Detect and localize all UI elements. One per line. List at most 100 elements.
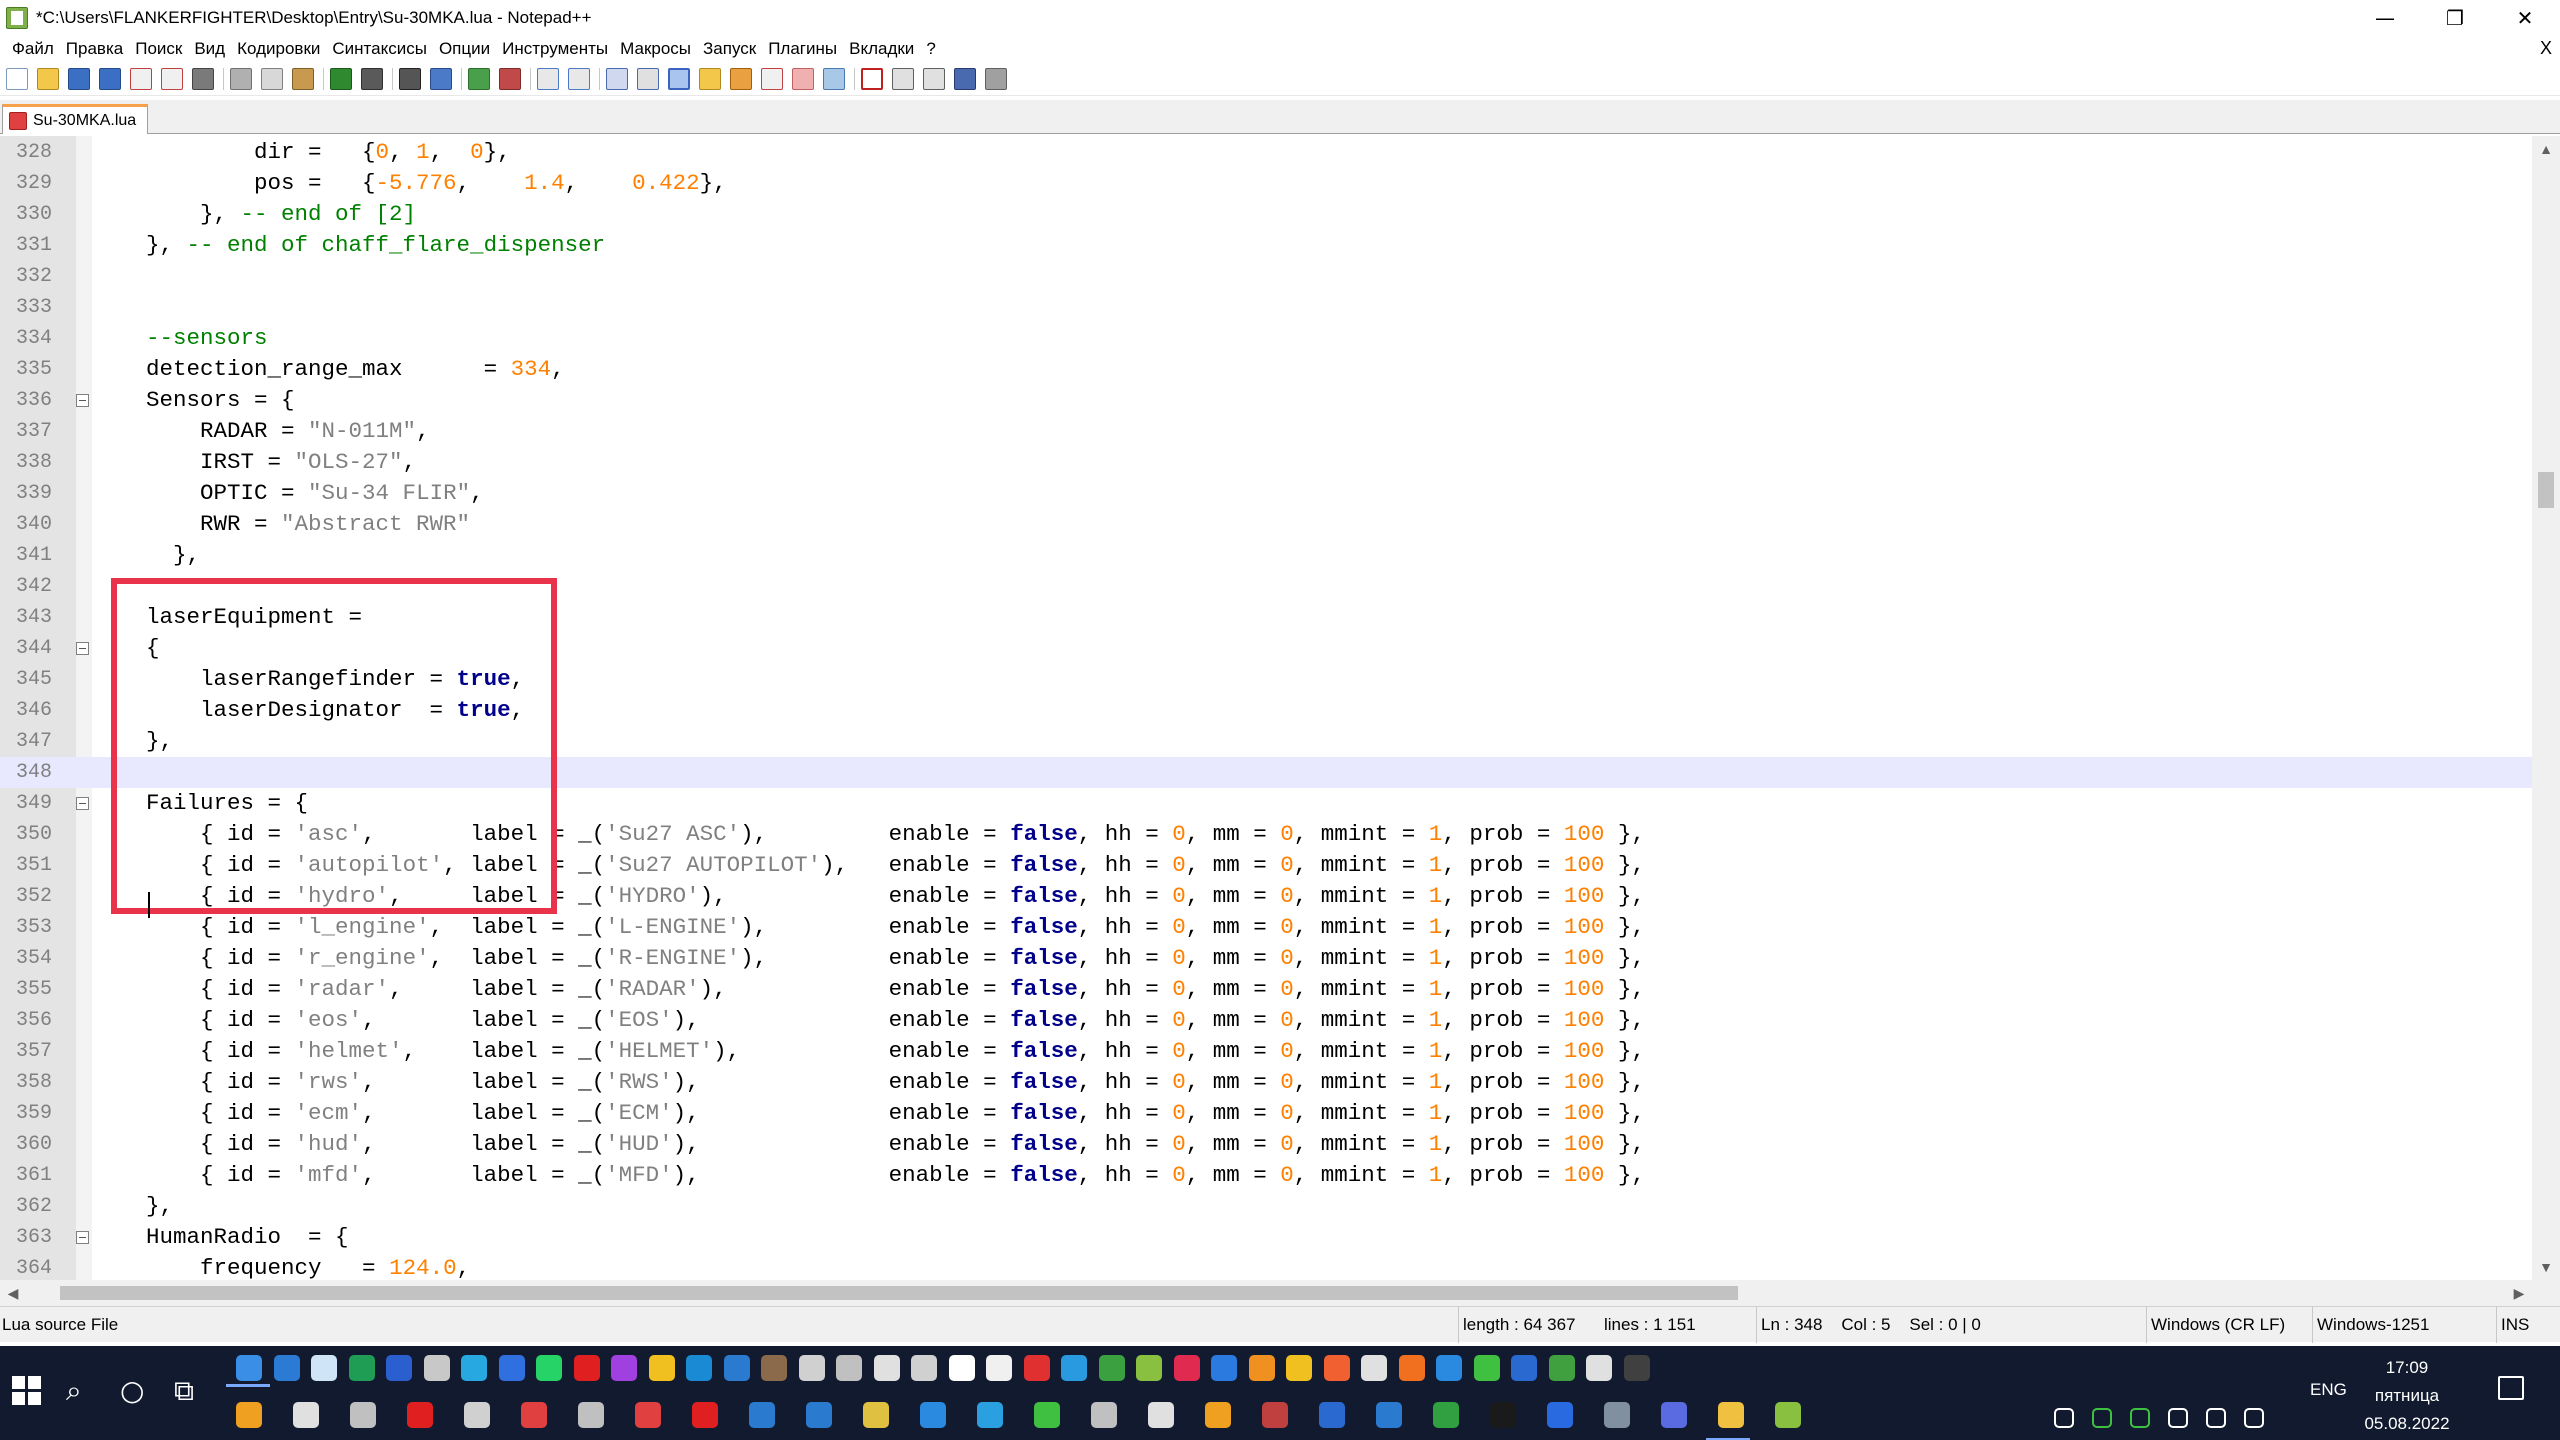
task-view-icon[interactable]: ⧉ — [174, 1374, 194, 1408]
taskbar-app-icon[interactable] — [1248, 1355, 1275, 1381]
code-line[interactable]: 350 { id = 'asc', label = _('Su27 ASC'),… — [0, 819, 2532, 850]
save-macro-icon[interactable] — [985, 67, 1007, 90]
code-line[interactable]: 340 RWR = "Abstract RWR" — [0, 509, 2532, 540]
taskbar-app-icon[interactable] — [1319, 1402, 1345, 1428]
taskbar-app-icon[interactable] — [806, 1402, 832, 1428]
close-file-icon[interactable] — [130, 67, 152, 90]
taskbar-app-icon[interactable] — [1023, 1355, 1050, 1381]
menu-view[interactable]: Вид — [188, 39, 231, 59]
code-line[interactable]: 331 }, -- end of chaff_flare_dispenser — [0, 230, 2532, 261]
taskbar-app-icon[interactable] — [723, 1355, 750, 1381]
code-line[interactable]: 339 OPTIC = "Su-34 FLIR", — [0, 478, 2532, 509]
windows-start-icon[interactable] — [12, 1376, 42, 1406]
taskbar-app-icon[interactable] — [798, 1355, 825, 1381]
horizontal-scrollbar[interactable]: ◀ ▶ — [0, 1280, 2532, 1306]
taskbar-app-icon[interactable] — [920, 1402, 946, 1428]
folder-workspace-icon[interactable] — [792, 67, 814, 90]
playback-macro-icon[interactable] — [923, 67, 945, 90]
taskbar-app-icon[interactable] — [521, 1402, 547, 1428]
code-line[interactable]: 329 pos = {-5.776, 1.4, 0.422}, — [0, 168, 2532, 199]
menu-language[interactable]: Синтаксисы — [326, 39, 433, 59]
code-line[interactable]: 335 detection_range_max = 334, — [0, 354, 2532, 385]
find-icon[interactable] — [399, 67, 421, 90]
taskbar-app-icon[interactable] — [273, 1355, 300, 1381]
document-map-icon[interactable] — [730, 67, 752, 90]
taskbar-app-icon[interactable] — [1661, 1402, 1687, 1428]
system-tray-icon[interactable] — [2168, 1408, 2188, 1428]
indent-guide-icon[interactable] — [668, 67, 690, 90]
taskbar-app-icon[interactable] — [1205, 1402, 1231, 1428]
save-all-icon[interactable] — [99, 67, 121, 90]
taskbar-app-icon[interactable] — [1148, 1402, 1174, 1428]
search-icon[interactable]: ⌕ — [66, 1374, 82, 1408]
menu-macro[interactable]: Макросы — [614, 39, 697, 59]
taskbar-app-icon[interactable] — [1286, 1355, 1312, 1381]
copy-icon[interactable] — [261, 67, 283, 90]
taskbar-app-icon[interactable] — [1490, 1402, 1516, 1428]
minimize-button[interactable]: — — [2350, 0, 2420, 36]
taskbar-app-icon[interactable] — [578, 1402, 604, 1428]
scroll-right-arrow-icon[interactable]: ▶ — [2506, 1280, 2532, 1306]
system-clock[interactable]: 17:09 пятница 05.08.2022 — [2342, 1354, 2472, 1438]
taskbar-app-icon[interactable] — [836, 1355, 862, 1381]
taskbar-app-icon[interactable] — [386, 1355, 412, 1381]
taskbar-app-icon[interactable] — [1398, 1355, 1425, 1381]
code-line[interactable]: 344 { — [0, 633, 2532, 664]
code-editor[interactable]: 328 dir = {0, 1, 0}, 329 pos = {-5.776, 1… — [0, 136, 2560, 1280]
record-macro-icon[interactable] — [861, 67, 883, 90]
code-line[interactable]: 345 laserRangefinder = true, — [0, 664, 2532, 695]
code-line[interactable]: 338 IRST = "OLS-27", — [0, 447, 2532, 478]
zoom-out-icon[interactable] — [499, 67, 521, 90]
taskbar-app-icon[interactable] — [1548, 1355, 1575, 1381]
redo-icon[interactable] — [361, 67, 383, 90]
close-document-button[interactable]: X — [2540, 38, 2552, 59]
taskbar-app-icon[interactable] — [236, 1355, 262, 1381]
code-line[interactable]: 363 HumanRadio = { — [0, 1222, 2532, 1253]
taskbar-app-icon[interactable] — [977, 1402, 1003, 1428]
code-line[interactable]: 330 }, -- end of [2] — [0, 199, 2532, 230]
open-file-icon[interactable] — [37, 67, 59, 90]
taskbar-app-icon[interactable] — [1061, 1355, 1087, 1381]
fold-toggle-icon[interactable] — [76, 394, 89, 407]
code-line[interactable]: 352 { id = 'hydro', label = _('HYDRO'), … — [0, 881, 2532, 912]
code-line[interactable]: 351 { id = 'autopilot', label = _('Su27 … — [0, 850, 2532, 881]
taskbar-app-icon[interactable] — [423, 1355, 450, 1381]
status-eol[interactable]: Windows (CR LF) — [2146, 1307, 2312, 1343]
taskbar-app-icon[interactable] — [692, 1402, 718, 1428]
taskbar-app-icon[interactable] — [749, 1402, 775, 1428]
taskbar-app-icon[interactable] — [1547, 1402, 1573, 1428]
status-encoding[interactable]: Windows-1251 — [2312, 1307, 2496, 1343]
menu-run[interactable]: Запуск — [697, 39, 762, 59]
taskbar-app-icon[interactable] — [348, 1355, 375, 1381]
scroll-down-arrow-icon[interactable]: ▼ — [2532, 1254, 2560, 1280]
taskbar-app-icon[interactable] — [464, 1402, 490, 1428]
taskbar-app-icon[interactable] — [1436, 1355, 1462, 1381]
taskbar-app-icon[interactable] — [863, 1402, 889, 1428]
taskbar-app-icon[interactable] — [311, 1355, 337, 1381]
taskbar-app-icon[interactable] — [986, 1355, 1012, 1381]
monitoring-icon[interactable] — [823, 67, 845, 90]
vertical-scroll-thumb[interactable] — [2538, 472, 2554, 508]
close-all-icon[interactable] — [161, 67, 183, 90]
function-list-icon[interactable] — [761, 67, 783, 90]
system-tray-icon[interactable] — [2244, 1408, 2264, 1428]
code-line[interactable]: 334 --sensors — [0, 323, 2532, 354]
taskbar-app-icon[interactable] — [686, 1355, 712, 1381]
save-icon[interactable] — [68, 67, 90, 90]
taskbar-app-icon[interactable] — [1433, 1402, 1459, 1428]
vertical-scrollbar[interactable]: ▲ ▼ — [2532, 136, 2560, 1280]
code-line[interactable]: 354 { id = 'r_engine', label = _('R-ENGI… — [0, 943, 2532, 974]
taskbar-app-icon[interactable] — [611, 1355, 637, 1381]
code-line[interactable]: 341 }, — [0, 540, 2532, 571]
code-line[interactable]: 353 { id = 'l_engine', label = _('L-ENGI… — [0, 912, 2532, 943]
show-all-chars-icon[interactable] — [637, 67, 659, 90]
code-line[interactable]: 355 { id = 'radar', label = _('RADAR'), … — [0, 974, 2532, 1005]
menu-file[interactable]: Файл — [6, 39, 60, 59]
code-line[interactable]: 364 frequency = 124.0, — [0, 1253, 2532, 1280]
fold-toggle-icon[interactable] — [76, 797, 89, 810]
code-line[interactable]: 342 — [0, 571, 2532, 602]
scroll-up-arrow-icon[interactable]: ▲ — [2532, 136, 2560, 162]
taskbar-app-icon[interactable] — [1623, 1355, 1650, 1381]
code-line[interactable]: 361 { id = 'mfd', label = _('MFD'), enab… — [0, 1160, 2532, 1191]
menu-help[interactable]: ? — [920, 39, 941, 59]
